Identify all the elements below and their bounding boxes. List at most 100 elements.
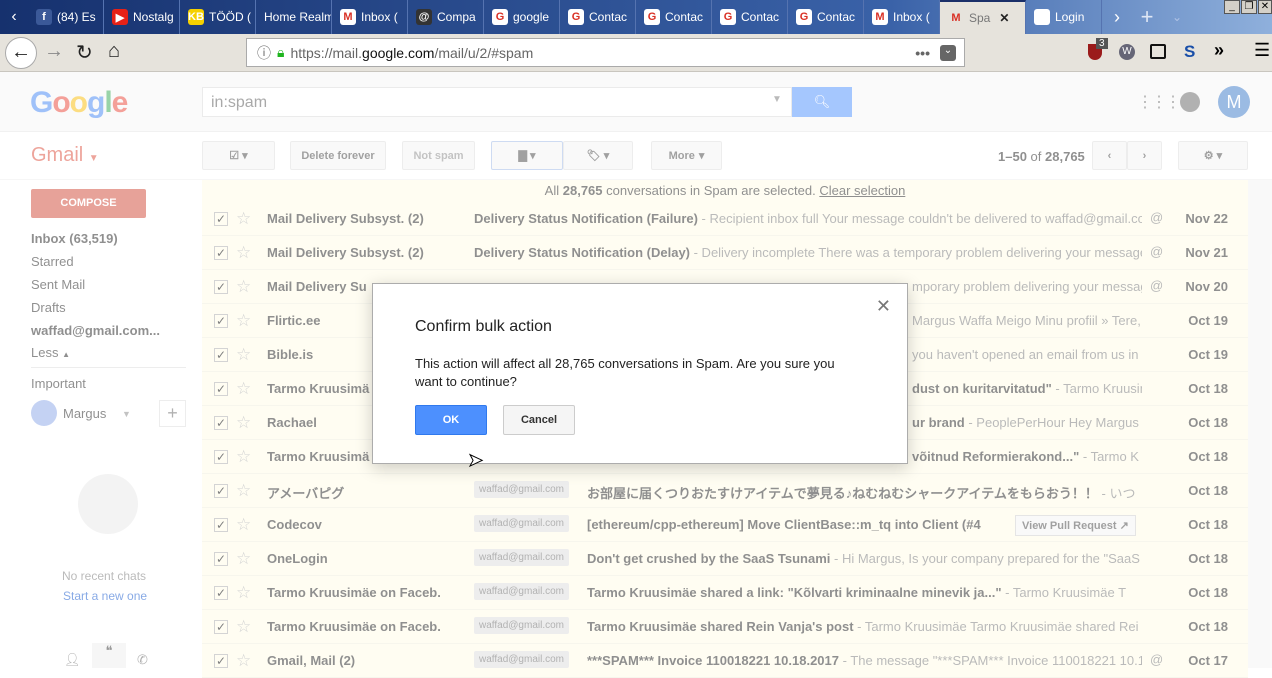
hangouts-tab-icon[interactable]: ❝: [92, 643, 126, 668]
search-options-icon[interactable]: ▼: [772, 94, 782, 105]
info-icon[interactable]: ⓘ: [257, 43, 271, 63]
browser-tab[interactable]: G Contac: [712, 0, 788, 34]
label-chip[interactable]: waffad@gmail.com: [474, 549, 569, 566]
minimize-button[interactable]: _: [1224, 0, 1240, 14]
star-icon[interactable]: ☆: [236, 345, 251, 365]
row-checkbox[interactable]: ✓: [214, 484, 228, 498]
star-icon[interactable]: ☆: [236, 617, 251, 637]
browser-tab[interactable]: M Inbox (: [332, 0, 408, 34]
cancel-button[interactable]: Cancel: [503, 405, 575, 435]
browser-tab[interactable]: G Contac: [560, 0, 636, 34]
newer-button[interactable]: ‹: [1092, 141, 1127, 170]
contacts-tab-icon[interactable]: 👤︎: [64, 652, 81, 668]
label-chip[interactable]: waffad@gmail.com: [474, 651, 569, 668]
compose-button[interactable]: COMPOSE: [31, 189, 146, 218]
row-checkbox[interactable]: ✓: [214, 246, 228, 260]
email-row[interactable]: ✓ ☆ アメーバピグ waffad@gmail.com お部屋に届くつりおたすけアイテ…: [202, 474, 1248, 508]
nav-drafts[interactable]: Drafts: [31, 300, 66, 315]
reload-button[interactable]: ↻: [76, 40, 93, 65]
search-input[interactable]: in:spam: [202, 87, 792, 117]
label-chip[interactable]: waffad@gmail.com: [474, 515, 569, 532]
settings-button[interactable]: ⚙ ▾: [1178, 141, 1248, 170]
close-window-button[interactable]: ✕: [1258, 0, 1272, 14]
browser-tab[interactable]: Ggoogle: [484, 0, 560, 34]
row-checkbox[interactable]: ✓: [214, 654, 228, 668]
star-icon[interactable]: ☆: [236, 243, 251, 263]
browser-tab[interactable]: G Contac: [788, 0, 864, 34]
email-row[interactable]: ✓ ☆ Mail Delivery Subsyst. (2) Delivery St…: [202, 202, 1248, 236]
chat-user[interactable]: Margus: [63, 406, 106, 421]
start-chat-link[interactable]: Start a new one: [63, 589, 147, 603]
url-bar[interactable]: ⓘ 🔒︎ https://mail.google.com/mail/u/2/#s…: [246, 38, 965, 67]
browser-tab[interactable]: M Spa ✕: [940, 0, 1026, 34]
pocket-icon[interactable]: ⌄: [940, 44, 956, 61]
email-row[interactable]: ✓ ☆ Codecov waffad@gmail.com [ethereum/cpp-…: [202, 508, 1248, 542]
star-icon[interactable]: ☆: [236, 447, 251, 467]
back-button[interactable]: ←: [5, 37, 37, 69]
avatar[interactable]: M: [1218, 86, 1250, 118]
scrollbar[interactable]: [1248, 180, 1272, 668]
tab-scroll-right[interactable]: ›: [1102, 0, 1132, 34]
older-button[interactable]: ›: [1127, 141, 1162, 170]
row-checkbox[interactable]: ✓: [214, 314, 228, 328]
label-chip[interactable]: waffad@gmail.com: [474, 583, 569, 600]
email-row[interactable]: ✓ ☆ Gmail, Mail (2) waffad@gmail.com ***SPA…: [202, 644, 1248, 678]
delete-forever-button[interactable]: Delete forever: [290, 141, 386, 170]
nav-account-label[interactable]: waffad@gmail.com...: [31, 323, 160, 338]
overflow-icon[interactable]: »: [1214, 40, 1224, 61]
nav-less[interactable]: Less ▲: [31, 345, 70, 360]
home-button[interactable]: ⌂: [108, 40, 120, 63]
phone-tab-icon[interactable]: ✆: [137, 652, 148, 668]
star-icon[interactable]: ☆: [236, 583, 251, 603]
browser-tab[interactable]: ▶ Nostalg: [104, 0, 180, 34]
view-pull-request-button[interactable]: View Pull Request ↗: [1015, 515, 1136, 536]
clear-selection-link[interactable]: Clear selection: [819, 183, 905, 198]
select-all-checkbox[interactable]: ☑ ▾: [202, 141, 275, 170]
browser-tab[interactable]: Login: [1026, 0, 1102, 34]
row-checkbox[interactable]: ✓: [214, 450, 228, 464]
star-icon[interactable]: ☆: [236, 651, 251, 671]
notifications-icon[interactable]: [1180, 92, 1200, 112]
star-icon[interactable]: ☆: [236, 277, 251, 297]
email-row[interactable]: ✓ ☆ Tarmo Kruusimäe on Faceb. waffad@gmail…: [202, 610, 1248, 644]
row-checkbox[interactable]: ✓: [214, 348, 228, 362]
nav-starred[interactable]: Starred: [31, 254, 74, 269]
chat-status-dropdown[interactable]: ▼: [122, 409, 131, 419]
google-logo[interactable]: Google: [30, 86, 128, 120]
new-tab-button[interactable]: +: [1132, 0, 1162, 34]
new-chat-button[interactable]: +: [159, 400, 186, 427]
s-extension-icon[interactable]: S: [1184, 42, 1195, 62]
row-checkbox[interactable]: ✓: [214, 518, 228, 532]
email-row[interactable]: ✓ ☆ Tarmo Kruusimäe on Faceb. waffad@gmail…: [202, 576, 1248, 610]
row-checkbox[interactable]: ✓: [214, 552, 228, 566]
more-button[interactable]: More ▾: [651, 141, 722, 170]
row-checkbox[interactable]: ✓: [214, 620, 228, 634]
star-icon[interactable]: ☆: [236, 413, 251, 433]
tab-scroll-left[interactable]: ‹: [0, 0, 28, 34]
star-icon[interactable]: ☆: [236, 209, 251, 229]
labels-button[interactable]: 🏷︎ ▾: [563, 141, 633, 170]
gmail-menu[interactable]: Gmail ▼: [31, 144, 99, 167]
row-checkbox[interactable]: ✓: [214, 382, 228, 396]
menu-icon[interactable]: ☰: [1254, 40, 1270, 61]
star-icon[interactable]: ☆: [236, 481, 251, 501]
move-to-button[interactable]: ▇ ▾: [491, 141, 563, 170]
chat-avatar[interactable]: [31, 400, 57, 426]
browser-tab[interactable]: M Inbox (: [864, 0, 940, 34]
browser-tab[interactable]: @ Compa: [408, 0, 484, 34]
email-row[interactable]: ✓ ☆ OneLogin waffad@gmail.com Don't get cru…: [202, 542, 1248, 576]
star-icon[interactable]: ☆: [236, 379, 251, 399]
star-icon[interactable]: ☆: [236, 311, 251, 331]
star-icon[interactable]: ☆: [236, 515, 251, 535]
label-chip[interactable]: waffad@gmail.com: [474, 617, 569, 634]
restore-button[interactable]: ❐: [1241, 0, 1257, 14]
nav-inbox[interactable]: Inbox (63,519): [31, 231, 118, 246]
row-checkbox[interactable]: ✓: [214, 586, 228, 600]
w-extension-icon[interactable]: W: [1119, 44, 1135, 60]
label-chip[interactable]: waffad@gmail.com: [474, 481, 569, 498]
browser-tab[interactable]: KB TÖÖD (: [180, 0, 256, 34]
row-checkbox[interactable]: ✓: [214, 416, 228, 430]
forward-button[interactable]: →: [44, 40, 64, 63]
sidebar-icon[interactable]: [1150, 44, 1166, 59]
nav-sent[interactable]: Sent Mail: [31, 277, 85, 292]
